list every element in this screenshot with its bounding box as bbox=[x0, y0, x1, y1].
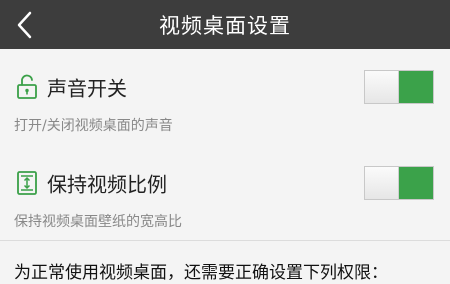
setting-sound-title: 声音开关 bbox=[47, 76, 127, 101]
chevron-left-icon bbox=[17, 11, 32, 38]
unlock-icon bbox=[16, 74, 38, 100]
permissions-note: 为正常使用视频桌面，还需要正确设置下列权限： bbox=[14, 263, 388, 283]
aspect-ratio-toggle-knob bbox=[365, 167, 399, 199]
sound-toggle-knob bbox=[365, 71, 399, 103]
setting-aspect-ratio-title: 保持视频比例 bbox=[47, 172, 167, 197]
title-bar: 视频桌面设置 bbox=[0, 0, 450, 49]
setting-aspect-ratio-description: 保持视频桌面壁纸的宽高比 bbox=[14, 214, 182, 230]
back-button[interactable] bbox=[0, 0, 50, 49]
aspect-ratio-toggle[interactable] bbox=[364, 166, 434, 200]
setting-aspect-ratio-row: 保持视频比例 bbox=[0, 155, 450, 211]
sound-toggle-track bbox=[399, 71, 433, 103]
aspect-ratio-icon bbox=[16, 170, 38, 196]
page-title: 视频桌面设置 bbox=[159, 13, 291, 38]
setting-aspect-ratio: 保持视频比例 保持视频桌面壁纸的宽高比 bbox=[0, 145, 450, 240]
setting-sound: 声音开关 打开/关闭视频桌面的声音 bbox=[0, 49, 450, 145]
sound-toggle[interactable] bbox=[364, 70, 434, 104]
section-divider bbox=[0, 240, 450, 241]
setting-sound-row: 声音开关 bbox=[0, 59, 450, 115]
setting-sound-description: 打开/关闭视频桌面的声音 bbox=[14, 118, 173, 134]
aspect-ratio-toggle-track bbox=[399, 167, 433, 199]
